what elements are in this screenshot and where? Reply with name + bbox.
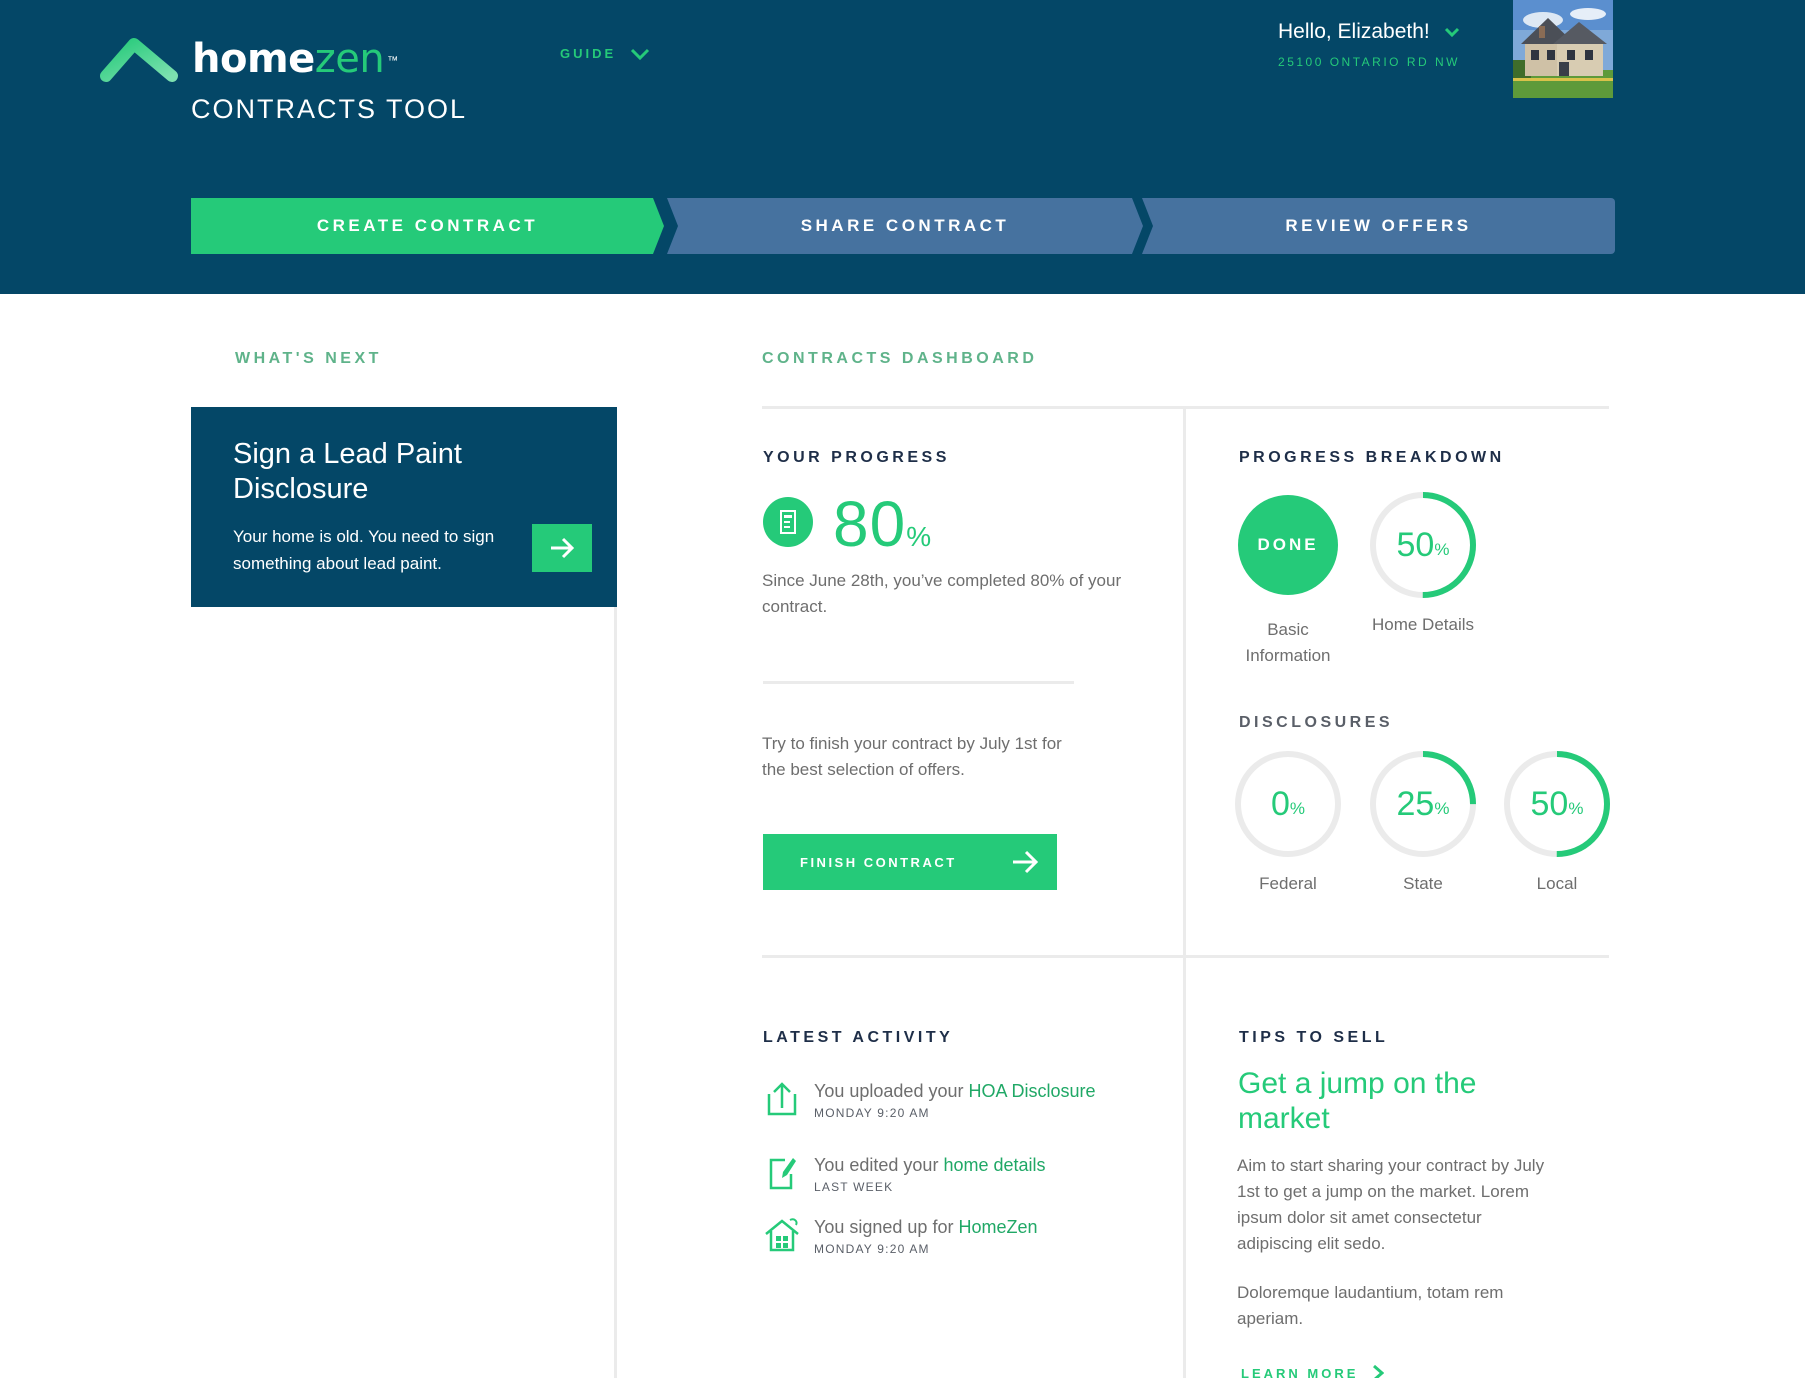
ring-value-number: 50	[1530, 784, 1569, 823]
overall-progress-value: 80%	[833, 488, 932, 573]
app-header: homezen ™ CONTRACTS TOOL GUIDE Hello, Eli…	[0, 0, 1805, 294]
logo-zen-text: zen	[314, 36, 385, 82]
step-share-contract[interactable]: SHARE CONTRACT	[667, 198, 1143, 254]
tips-paragraph-1: Aim to start sharing your contract by Ju…	[1237, 1156, 1545, 1253]
activity-link-hoa-disclosure[interactable]: HOA Disclosure	[968, 1081, 1095, 1101]
chevron-down-icon	[631, 48, 650, 60]
breakdown-home-details[interactable]: 50% Home Details	[1368, 490, 1478, 638]
progress-breakdown-heading: PROGRESS BREAKDOWN	[1239, 449, 1505, 466]
activity-link-home-details[interactable]: home details	[943, 1155, 1045, 1175]
user-menu[interactable]: Hello, Elizabeth! 25100 ONTARIO RD NW	[1278, 20, 1460, 69]
next-task-title: Sign a Lead Paint Disclosure	[233, 438, 462, 505]
house-icon	[765, 1218, 799, 1252]
ring-value-number: 25	[1396, 784, 1435, 823]
disclosures-heading: DISCLOSURES	[1239, 714, 1394, 731]
tool-title: CONTRACTS TOOL	[191, 94, 468, 124]
disclosure-local[interactable]: 50% Local	[1502, 749, 1612, 897]
chevron-right-icon	[1373, 1364, 1385, 1378]
activity-text: You edited your	[814, 1155, 944, 1175]
learn-more-label: LEARN MORE	[1241, 1365, 1359, 1378]
step-create-contract[interactable]: CREATE CONTRACT	[191, 198, 664, 254]
progress-tip: Try to finish your contract by July 1st …	[762, 734, 1062, 779]
arrow-right-icon	[1013, 850, 1039, 874]
guide-dropdown[interactable]: GUIDE	[560, 46, 650, 61]
next-task-description: Your home is old. You need to sign somet…	[233, 527, 495, 573]
tips-heading: TIPS TO SELL	[1239, 1029, 1389, 1046]
ring-value-unit: %	[1289, 799, 1306, 818]
activity-item: You uploaded your HOA Disclosure MONDAY …	[763, 1080, 1123, 1120]
done-badge: DONE	[1238, 495, 1338, 595]
disclosure-state[interactable]: 25% State	[1368, 749, 1478, 897]
edit-document-icon	[769, 1158, 796, 1190]
homezen-logo[interactable]: homezen ™	[100, 34, 398, 86]
logo-trademark: ™	[387, 55, 398, 67]
ring-value-unit: %	[1434, 799, 1450, 818]
activity-item: You signed up for HomeZen MONDAY 9:20 AM	[763, 1216, 1123, 1256]
finish-contract-button[interactable]: FINISH CONTRACT	[763, 834, 1057, 890]
left-column-divider	[614, 607, 617, 1378]
logo-wordmark: homezen ™	[192, 34, 398, 84]
next-task-card[interactable]: Sign a Lead Paint Disclosure Your home i…	[191, 407, 617, 607]
activity-item: You edited your home details LAST WEEK	[763, 1154, 1123, 1194]
house-photo-icon	[1513, 0, 1613, 98]
next-task-go-button[interactable]	[532, 524, 592, 572]
ring-value-number: 50	[1396, 525, 1435, 564]
ring-value-number: 0	[1270, 784, 1290, 823]
overall-progress-number: 80	[833, 488, 907, 560]
disclosure-label: State	[1403, 874, 1443, 893]
upload-icon	[767, 1082, 797, 1116]
learn-more-link[interactable]: LEARN MORE	[1241, 1364, 1385, 1378]
progress-divider	[763, 681, 1074, 684]
disclosure-federal[interactable]: 0% Federal	[1233, 749, 1343, 897]
finish-contract-label: FINISH CONTRACT	[800, 854, 957, 870]
activity-text: You uploaded your	[814, 1081, 969, 1101]
user-address: 25100 ONTARIO RD NW	[1278, 55, 1460, 69]
step-review-offers[interactable]: REVIEW OFFERS	[1142, 198, 1615, 254]
activity-time: LAST WEEK	[814, 1180, 894, 1194]
breakdown-basic-information[interactable]: DONE Basic Information	[1233, 490, 1343, 669]
contract-stepper: CREATE CONTRACT SHARE CONTRACT REVIEW OF…	[191, 198, 1615, 254]
your-progress-heading: YOUR PROGRESS	[763, 449, 950, 466]
breakdown-label: Home Details	[1371, 615, 1475, 634]
guide-label: GUIDE	[560, 46, 617, 61]
dashboard-center-divider	[1183, 406, 1186, 1378]
activity-text: You signed up for	[814, 1217, 959, 1237]
logo-home-text: home	[192, 36, 315, 82]
arrow-right-icon	[551, 537, 575, 559]
activity-time: MONDAY 9:20 AM	[814, 1106, 930, 1120]
user-greeting: Hello, Elizabeth!	[1278, 20, 1430, 43]
chevron-down-icon	[1444, 27, 1459, 37]
whats-next-heading: WHAT'S NEXT	[235, 350, 382, 367]
activity-link-homezen[interactable]: HomeZen	[958, 1217, 1037, 1237]
ring-value-unit: %	[1434, 540, 1450, 559]
tips-title: Get a jump on the market	[1238, 1067, 1477, 1135]
property-photo[interactable]	[1513, 0, 1613, 98]
dashboard-middle-divider	[762, 955, 1609, 958]
activity-time: MONDAY 9:20 AM	[814, 1242, 930, 1256]
latest-activity-heading: LATEST ACTIVITY	[763, 1029, 954, 1046]
ring-value-unit: %	[1568, 799, 1584, 818]
disclosure-label: Local	[1536, 874, 1578, 893]
dashboard-heading: CONTRACTS DASHBOARD	[762, 350, 1038, 367]
document-icon	[763, 497, 813, 547]
progress-summary: Since June 28th, you’ve completed 80% of…	[762, 571, 1122, 616]
breakdown-label: Basic Information	[1245, 620, 1331, 665]
logo-roof-icon	[100, 38, 178, 82]
overall-progress-unit: %	[906, 521, 933, 552]
disclosure-label: Federal	[1259, 874, 1317, 893]
tips-paragraph-2: Doloremque laudantium, totam rem aperiam…	[1237, 1283, 1504, 1328]
